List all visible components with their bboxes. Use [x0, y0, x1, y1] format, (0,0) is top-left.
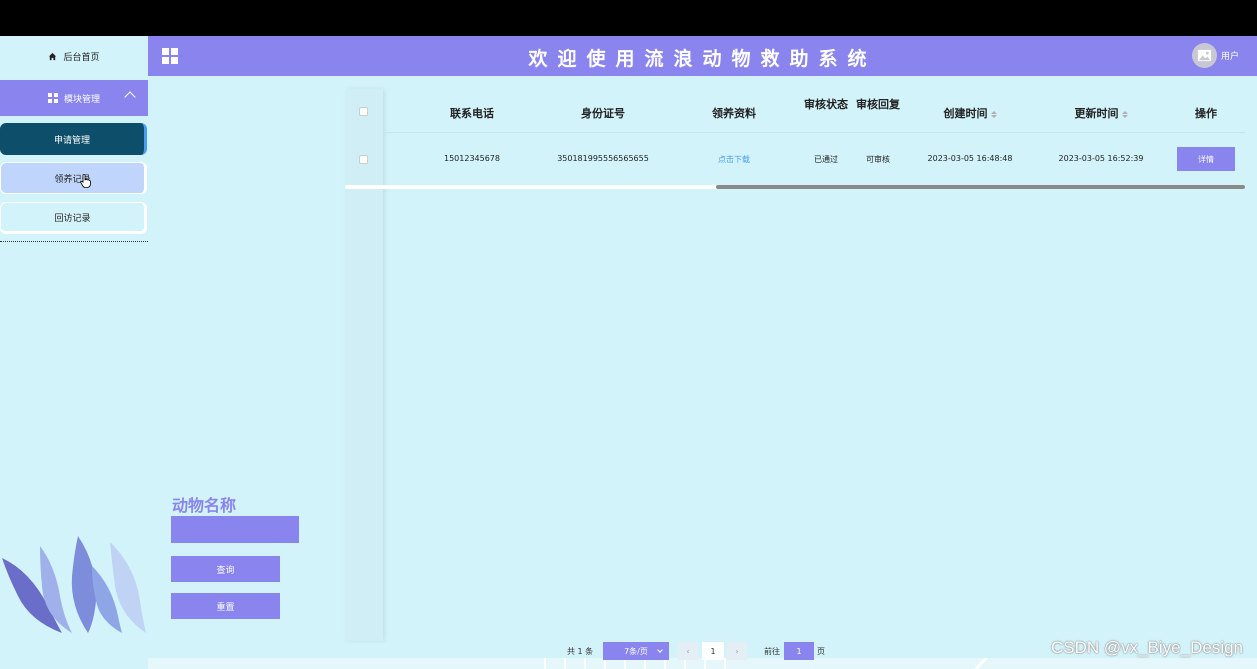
chevron-up-icon	[124, 91, 136, 103]
cell-reply: 可审核	[866, 155, 890, 164]
grid-icon	[47, 93, 58, 103]
column-header-updated[interactable]: 更新时间	[1046, 105, 1156, 121]
top-header: 欢迎使用流浪动物救助系统 用户	[148, 36, 1257, 76]
column-header-id-number: 身份证号	[581, 107, 625, 120]
cell-id-number: 350181995556565655	[557, 154, 649, 163]
leaf-decoration	[2, 536, 146, 633]
column-header-status: 审核状态	[804, 98, 848, 111]
app-window: 后台首页 模块管理 申请管理 领养记录 回访记录 欢迎使用流浪动物救助系统 用户…	[0, 36, 1257, 669]
column-header-material: 领养资料	[712, 107, 756, 120]
column-header-updated-label: 更新时间	[1074, 107, 1119, 120]
sidebar-item-label: 回访记录	[54, 213, 91, 224]
column-header-created-label: 创建时间	[943, 107, 988, 120]
page-title: 欢迎使用流浪动物救助系统	[528, 48, 877, 70]
chevron-right-icon: ›	[735, 646, 739, 656]
page-size-select[interactable]: 7条/页	[603, 642, 669, 660]
cell-status: 已通过	[814, 155, 838, 164]
next-page-button[interactable]: ›	[727, 642, 747, 660]
page-size-value: 7条/页	[624, 646, 648, 656]
page-suffix: 页	[817, 646, 825, 656]
column-header-created[interactable]: 创建时间	[915, 105, 1025, 121]
cell-updated: 2023-03-05 16:52:39	[1058, 154, 1144, 163]
sort-icon	[990, 110, 997, 118]
query-button[interactable]: 查询	[171, 556, 280, 582]
detail-button[interactable]: 详情	[1177, 147, 1235, 171]
column-header-action: 操作	[1195, 107, 1217, 120]
sidebar-item-label: 申请管理	[53, 135, 90, 146]
user-label: 用户	[1220, 52, 1239, 62]
sidebar-item-adoption-records[interactable]: 领养记录	[0, 162, 147, 194]
black-top-bar	[0, 0, 1257, 36]
data-table	[345, 89, 1250, 641]
download-link[interactable]: 点击下载	[699, 154, 769, 165]
row-checkbox[interactable]	[359, 155, 368, 164]
cell-created: 2023-03-05 16:48:48	[927, 154, 1013, 163]
sidebar-home-link[interactable]: 后台首页	[0, 36, 148, 76]
sidebar: 后台首页 模块管理 申请管理 领养记录 回访记录	[0, 36, 148, 669]
pagination-total: 共 1 条	[567, 646, 594, 656]
column-header-phone: 联系电话	[450, 107, 494, 120]
avatar	[1191, 43, 1217, 68]
search-field-label: 动物名称	[172, 496, 237, 515]
goto-label: 前往	[764, 646, 780, 656]
animal-name-input[interactable]	[171, 516, 299, 543]
prev-page-button[interactable]: ‹	[678, 642, 698, 660]
chevron-left-icon: ‹	[686, 646, 690, 656]
goto-page-input[interactable]: 1	[784, 642, 814, 660]
sidebar-item-applications[interactable]: 申请管理	[0, 123, 147, 155]
sidebar-group-modules[interactable]: 模块管理	[0, 80, 148, 116]
cell-phone: 15012345678	[444, 154, 500, 163]
column-header-reply: 审核回复	[856, 98, 900, 111]
sort-icon	[1121, 110, 1128, 118]
sidebar-item-followup-records[interactable]: 回访记录	[0, 202, 147, 234]
sidebar-group-label: 模块管理	[63, 94, 100, 105]
sidebar-divider	[0, 241, 148, 242]
select-all-checkbox[interactable]	[359, 107, 368, 116]
sidebar-home-label: 后台首页	[63, 52, 100, 63]
home-icon	[49, 52, 57, 60]
watermark: CSDN @vx_Biye_Design	[1050, 638, 1243, 657]
header-divider	[383, 132, 1245, 133]
image-icon	[1197, 49, 1212, 62]
footer-slash-decoration	[974, 658, 988, 669]
reset-button[interactable]: 重置	[171, 593, 280, 619]
user-menu[interactable]: 用户	[1191, 43, 1239, 68]
chevron-down-icon	[657, 647, 663, 653]
page-number-button[interactable]: 1	[702, 642, 724, 660]
horizontal-scrollbar-thumb[interactable]	[716, 185, 1245, 189]
hand-cursor-icon	[80, 174, 91, 188]
